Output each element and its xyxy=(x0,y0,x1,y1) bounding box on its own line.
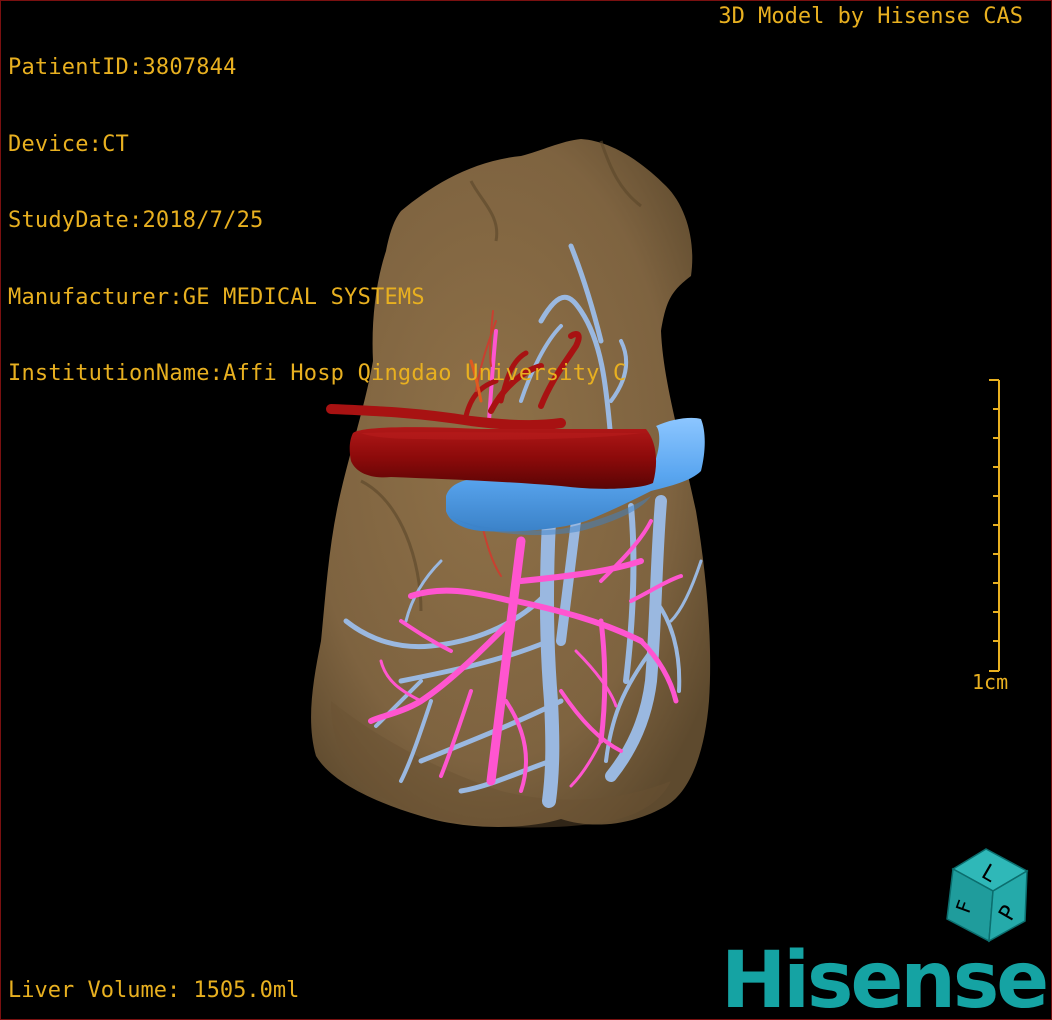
dicom-info-overlay: PatientID:3807844 Device:CT StudyDate:20… xyxy=(8,4,626,438)
scale-bar xyxy=(989,379,1000,672)
model-credit-text: 3D Model by Hisense CAS xyxy=(718,4,1023,29)
device-text: Device:CT xyxy=(8,131,130,157)
liver-volume-text: Liver Volume: 1505.0ml xyxy=(8,978,300,1003)
manufacturer-text: Manufacturer:GE MEDICAL SYSTEMS xyxy=(8,284,425,310)
patient-id-text: PatientID:3807844 xyxy=(8,55,237,80)
institution-text: InstitutionName:Affi Hosp Qingdao Univer… xyxy=(8,361,627,386)
3d-viewport[interactable]: PatientID:3807844 Device:CT StudyDate:20… xyxy=(0,0,1052,1020)
scale-label: 1cm xyxy=(972,670,1009,694)
hisense-logo: Hisense xyxy=(721,936,1049,1020)
study-date-text: StudyDate:2018/7/25 xyxy=(8,208,264,233)
